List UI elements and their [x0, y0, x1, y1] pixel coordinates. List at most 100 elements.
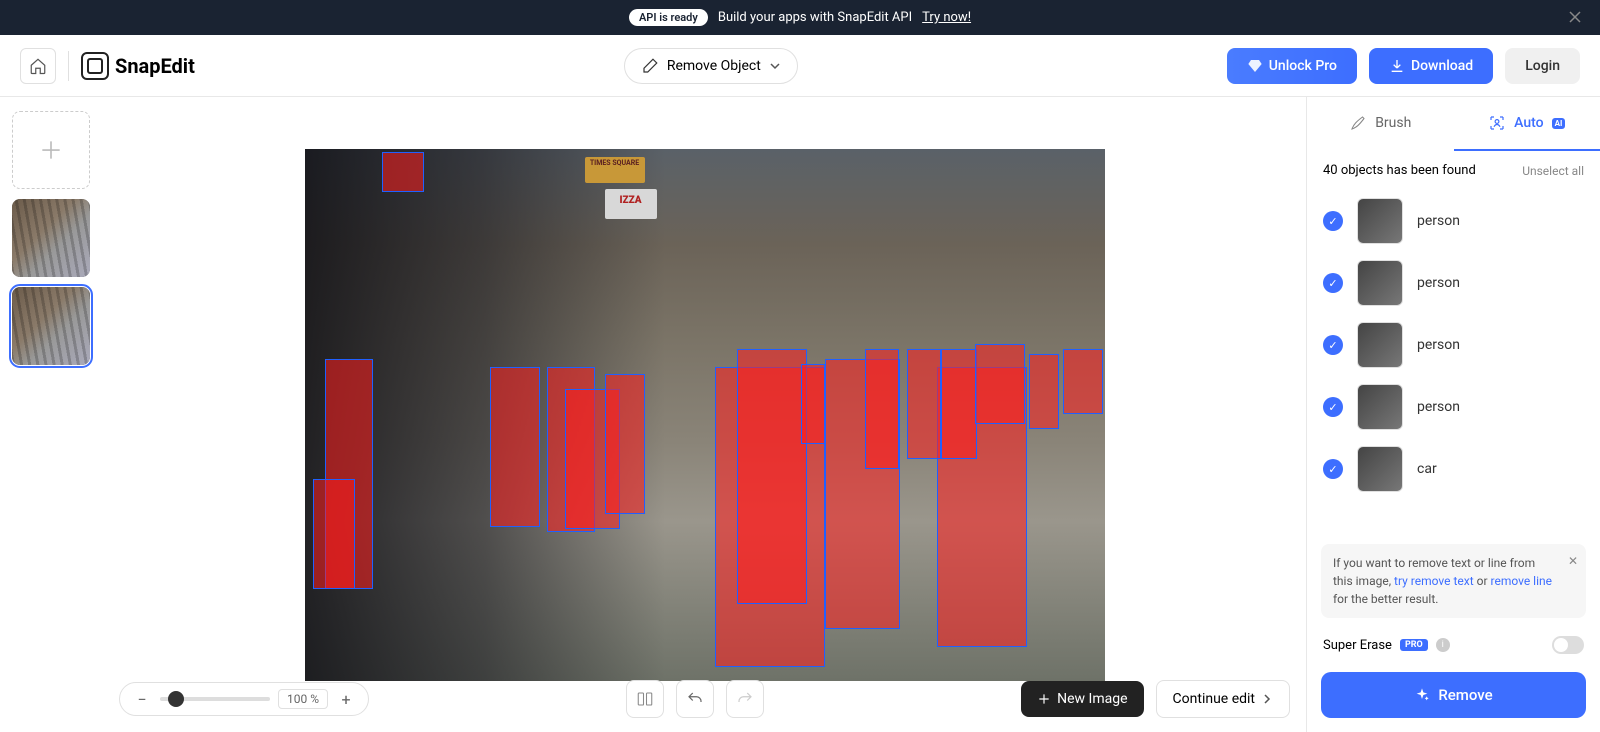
- object-item[interactable]: ✓ car: [1319, 438, 1588, 500]
- object-item[interactable]: ✓ person: [1319, 252, 1588, 314]
- zoom-slider-thumb[interactable]: [168, 691, 184, 707]
- remove-line-link[interactable]: remove line: [1491, 574, 1553, 588]
- login-button[interactable]: Login: [1505, 48, 1580, 84]
- tip-text: for the better result.: [1333, 592, 1438, 606]
- download-label: Download: [1411, 58, 1473, 74]
- sparkle-icon: [1414, 687, 1430, 703]
- chevron-down-icon: [769, 60, 781, 72]
- pro-badge: PRO: [1400, 639, 1428, 651]
- logo[interactable]: SnapEdit: [81, 52, 195, 80]
- redo-icon: [736, 690, 754, 708]
- object-thumbnail: [1357, 198, 1403, 244]
- login-label: Login: [1525, 58, 1560, 74]
- banner-try-link[interactable]: Try now!: [922, 10, 971, 25]
- zoom-value: 100 %: [278, 689, 328, 709]
- undo-button[interactable]: [676, 680, 714, 718]
- checkbox-checked-icon[interactable]: ✓: [1323, 273, 1343, 293]
- checkbox-checked-icon[interactable]: ✓: [1323, 335, 1343, 355]
- detection-box[interactable]: [313, 479, 355, 589]
- detection-box[interactable]: [907, 349, 941, 459]
- tab-auto-label: Auto: [1514, 115, 1543, 131]
- zoom-in-button[interactable]: +: [336, 689, 356, 709]
- scan-icon: [1488, 114, 1506, 132]
- workspace: TIMES SQUARE IZZA − 100 % +: [0, 97, 1600, 732]
- object-thumbnail: [1357, 322, 1403, 368]
- redo-button[interactable]: [726, 680, 764, 718]
- close-icon[interactable]: [1568, 10, 1584, 26]
- diamond-icon: [1247, 58, 1263, 74]
- add-image-tile[interactable]: [12, 111, 90, 189]
- detection-box[interactable]: [865, 349, 899, 469]
- canvas-sign: IZZA: [605, 189, 657, 219]
- object-item[interactable]: ✓ person: [1319, 376, 1588, 438]
- objects-found-text: 40 objects has been found: [1323, 163, 1476, 178]
- objects-found-row: 40 objects has been found Unselect all: [1307, 151, 1600, 190]
- tab-brush[interactable]: Brush: [1307, 97, 1454, 151]
- detection-box[interactable]: [490, 367, 540, 527]
- compare-icon: [636, 690, 654, 708]
- chevron-right-icon: [1261, 693, 1273, 705]
- download-button[interactable]: Download: [1369, 48, 1493, 84]
- app-header: SnapEdit Remove Object Unlock Pro Downlo…: [0, 35, 1600, 97]
- checkbox-checked-icon[interactable]: ✓: [1323, 397, 1343, 417]
- tool-selector[interactable]: Remove Object: [624, 48, 798, 84]
- right-panel: Brush Auto AI 40 objects has been found …: [1306, 97, 1600, 732]
- ai-badge: AI: [1552, 118, 1566, 129]
- thumbnail-2[interactable]: [12, 287, 90, 365]
- thumbnail-1[interactable]: [12, 199, 90, 277]
- detection-box[interactable]: [975, 344, 1025, 424]
- bottom-toolbar: − 100 % + New Image Continue edit: [103, 680, 1306, 718]
- detection-box[interactable]: [801, 364, 825, 444]
- continue-edit-label: Continue edit: [1173, 691, 1255, 707]
- plus-icon: [38, 137, 64, 163]
- thumbnail-sidebar: [0, 97, 103, 732]
- home-button[interactable]: [20, 48, 56, 84]
- tab-auto[interactable]: Auto AI: [1454, 97, 1600, 151]
- object-label: car: [1417, 461, 1437, 477]
- continue-edit-button[interactable]: Continue edit: [1156, 680, 1290, 718]
- remove-text-link[interactable]: try remove text: [1394, 574, 1474, 588]
- checkbox-checked-icon[interactable]: ✓: [1323, 459, 1343, 479]
- new-image-label: New Image: [1057, 691, 1127, 707]
- logo-mark-icon: [81, 52, 109, 80]
- canvas-area: TIMES SQUARE IZZA − 100 % +: [103, 97, 1306, 732]
- plus-icon: [1037, 692, 1051, 706]
- divider: [68, 51, 69, 81]
- close-icon[interactable]: ✕: [1568, 552, 1578, 570]
- zoom-slider[interactable]: [160, 697, 270, 701]
- detection-box[interactable]: [605, 374, 645, 514]
- banner-text: Build your apps with SnapEdit API: [718, 10, 912, 25]
- info-icon[interactable]: i: [1436, 638, 1450, 652]
- unselect-all-link[interactable]: Unselect all: [1522, 164, 1584, 178]
- tip-box: ✕ If you want to remove text or line fro…: [1321, 544, 1586, 618]
- object-item[interactable]: ✓ person: [1319, 190, 1588, 252]
- object-thumbnail: [1357, 260, 1403, 306]
- download-icon: [1389, 58, 1405, 74]
- tab-brush-label: Brush: [1375, 115, 1411, 131]
- detection-box[interactable]: [941, 349, 977, 459]
- object-list[interactable]: ✓person✓person✓person✓person✓car: [1307, 190, 1600, 534]
- api-badge: API is ready: [629, 9, 708, 26]
- tip-text: or: [1474, 574, 1491, 588]
- zoom-out-button[interactable]: −: [132, 689, 152, 709]
- detection-box[interactable]: [1029, 354, 1059, 429]
- checkbox-checked-icon[interactable]: ✓: [1323, 211, 1343, 231]
- detection-box[interactable]: [737, 349, 807, 604]
- detection-box[interactable]: [382, 152, 424, 192]
- canvas-sign: TIMES SQUARE: [585, 157, 645, 183]
- remove-button[interactable]: Remove: [1321, 672, 1586, 718]
- unlock-pro-button[interactable]: Unlock Pro: [1227, 48, 1357, 84]
- tool-label: Remove Object: [667, 58, 761, 74]
- new-image-button[interactable]: New Image: [1021, 681, 1143, 717]
- detection-box[interactable]: [1063, 349, 1103, 414]
- api-banner: API is ready Build your apps with SnapEd…: [0, 0, 1600, 35]
- object-thumbnail: [1357, 446, 1403, 492]
- object-label: person: [1417, 399, 1460, 415]
- compare-button[interactable]: [626, 680, 664, 718]
- super-erase-toggle[interactable]: [1552, 636, 1584, 654]
- eraser-icon: [641, 57, 659, 75]
- canvas-image[interactable]: TIMES SQUARE IZZA: [305, 149, 1105, 681]
- object-label: person: [1417, 213, 1460, 229]
- object-item[interactable]: ✓person: [1319, 314, 1588, 376]
- object-label: person: [1417, 275, 1460, 291]
